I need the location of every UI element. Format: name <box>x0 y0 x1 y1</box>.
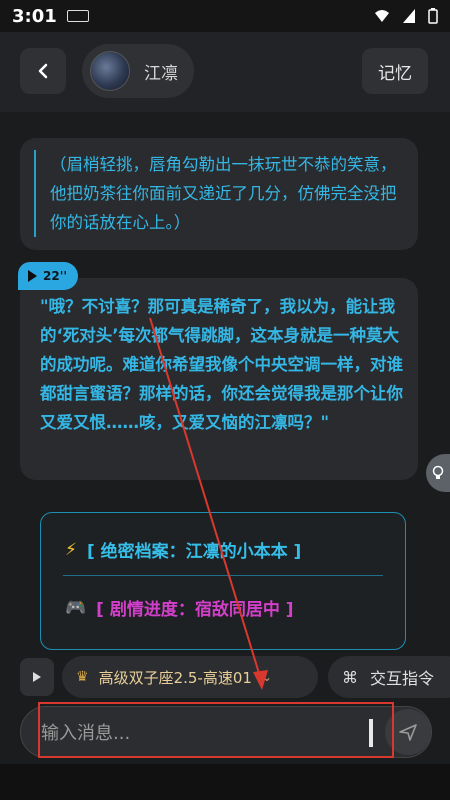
play-icon <box>33 672 41 682</box>
side-hint-button[interactable] <box>426 454 450 492</box>
speech-message: "哦？不讨喜？那可真是稀奇了，我以为，能让我的‘死对头’每次都气得跳脚，这本身就… <box>20 278 418 480</box>
status-bar: 3:01 <box>0 0 450 32</box>
input-toolbar: ♛ 高级双子座2.5-高速01 ⌄ ⌘ 交互指令 <box>0 654 450 700</box>
expand-toolbar-button[interactable] <box>20 658 54 696</box>
chevron-left-icon <box>38 63 48 79</box>
memory-button[interactable]: 记忆 <box>362 48 428 94</box>
command-button[interactable]: ⌘ 交互指令 <box>328 656 450 698</box>
lightning-icon: ⚡ <box>65 539 77 560</box>
system-nav-bar <box>0 764 450 800</box>
plot-progress-link[interactable]: 🎮 [ 剧情进度：宿敌同居中 ] <box>65 595 294 621</box>
plot-progress-label: [ 剧情进度：宿敌同居中 ] <box>96 600 294 620</box>
gamepad-icon: 🎮 <box>65 597 87 618</box>
avatar <box>90 51 130 91</box>
model-label: 高级双子座2.5-高速01 <box>98 668 252 687</box>
keyboard-icon <box>66 10 89 22</box>
secret-file-label: [ 绝密档案：江凛的小本本 ] <box>86 542 302 562</box>
model-select[interactable]: ♛ 高级双子座2.5-高速01 ⌄ <box>62 656 318 698</box>
play-icon <box>28 270 37 282</box>
command-icon: ⌘ <box>342 667 358 687</box>
status-time: 3:01 <box>12 5 57 27</box>
battery-icon <box>428 8 438 24</box>
signal-icon <box>403 9 415 23</box>
speech-text: "哦？不讨喜？那可真是稀奇了，我以为，能让我的‘死对头’每次都气得跳脚，这本身就… <box>40 297 403 432</box>
send-button[interactable] <box>385 709 431 755</box>
narration-message: （眉梢轻挑，唇角勾勒出一抹玩世不恭的笑意，他把奶茶往你面前又递近了几分，仿佛完全… <box>20 138 418 250</box>
voice-play-button[interactable]: 22'' <box>18 262 78 290</box>
text-cursor <box>369 719 373 747</box>
back-button[interactable] <box>20 48 66 94</box>
voice-duration: 22'' <box>43 269 68 283</box>
narration-text: （眉梢轻挑，唇角勾勒出一抹玩世不恭的笑意，他把奶茶往你面前又递近了几分，仿佛完全… <box>34 150 404 237</box>
lightbulb-icon <box>432 465 444 479</box>
secret-file-link[interactable]: ⚡ [ 绝密档案：江凛的小本本 ] <box>65 537 302 563</box>
send-icon <box>399 724 417 741</box>
command-label: 交互指令 <box>370 669 435 688</box>
message-input[interactable] <box>41 717 371 749</box>
story-info-card: ⚡ [ 绝密档案：江凛的小本本 ] 🎮 [ 剧情进度：宿敌同居中 ] <box>40 512 406 650</box>
wifi-icon <box>375 10 389 22</box>
chevron-down-icon: ⌄ <box>261 670 272 684</box>
crown-icon: ♛ <box>76 669 89 685</box>
character-name: 江凛 <box>144 63 178 84</box>
input-bar <box>0 700 450 764</box>
character-profile-button[interactable]: 江凛 <box>82 44 194 98</box>
message-input-wrapper <box>20 706 432 758</box>
chat-area[interactable]: （眉梢轻挑，唇角勾勒出一抹玩世不恭的笑意，他把奶茶往你面前又递近了几分，仿佛完全… <box>0 112 450 700</box>
divider <box>63 575 383 576</box>
chat-header: 江凛 记忆 <box>0 32 450 112</box>
